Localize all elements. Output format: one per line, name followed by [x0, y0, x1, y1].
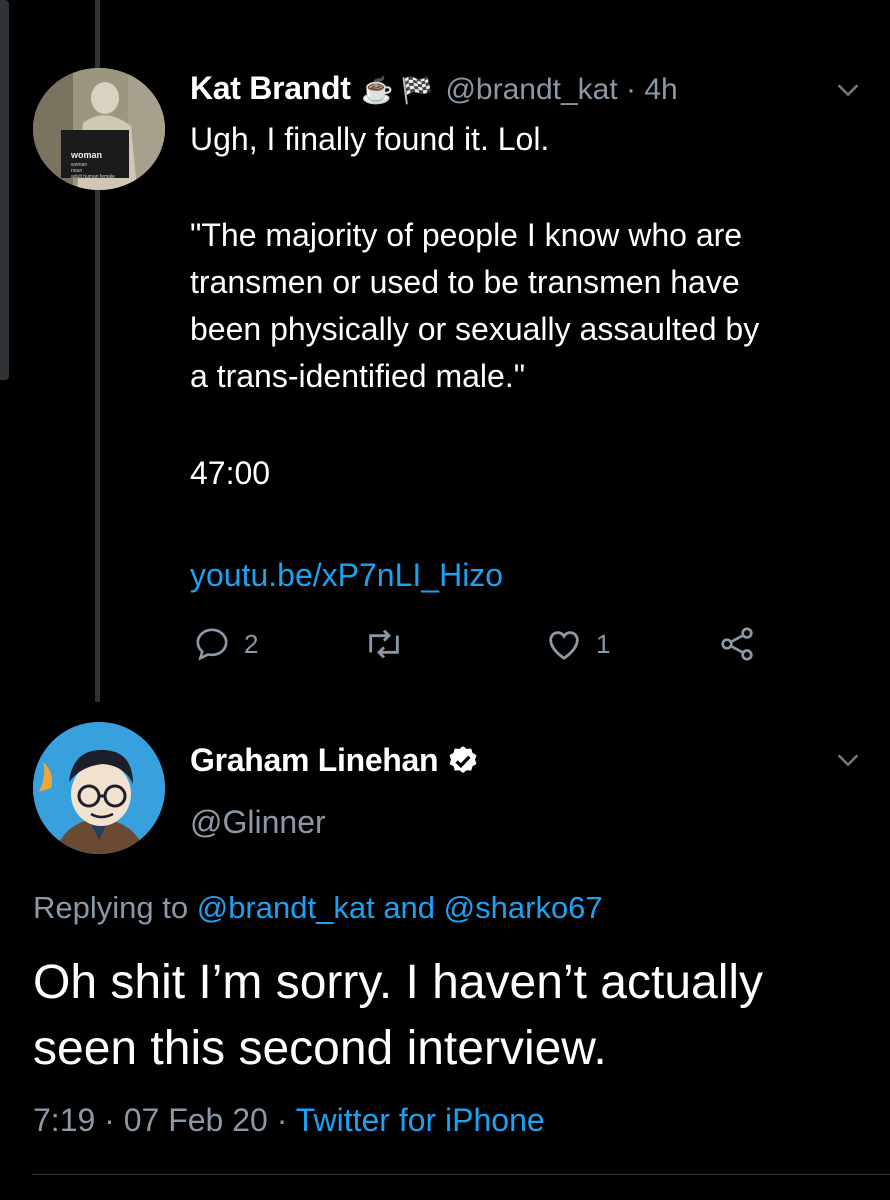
tweet1-display-name[interactable]: Kat Brandt	[190, 70, 351, 106]
retweet-icon	[369, 629, 399, 659]
replying-to-line: Replying to @brandt_kat and @sharko67	[33, 890, 603, 926]
tweet2-text-line: Oh shit I’m sorry. I haven’t actually	[33, 956, 764, 1009]
avatar-caption-definition: adult human female	[71, 174, 115, 180]
chevron-down-icon	[837, 754, 859, 767]
tweet2-display-name[interactable]: Graham Linehan	[190, 742, 439, 779]
quote-line: transmen or used to be transmen have	[190, 264, 740, 300]
reply-count: 2	[244, 628, 259, 659]
share-icon	[721, 627, 753, 661]
like-button[interactable]: 1	[544, 624, 610, 664]
replying-to-and: and	[383, 890, 436, 925]
tweet2-header: Graham Linehan	[190, 742, 480, 779]
tweet1-quote: "The majority of people I know who are t…	[190, 212, 759, 400]
replying-to-user-brandt-kat[interactable]: @brandt_kat	[197, 890, 375, 925]
kat-brandt-avatar[interactable]: woman woman noun adult human female	[33, 68, 165, 190]
heart-icon	[549, 631, 579, 660]
chevron-down-icon	[837, 84, 859, 97]
quote-line: a trans-identified male."	[190, 358, 526, 394]
cartoon-portrait-icon	[33, 722, 165, 854]
reply-button[interactable]: 2	[192, 624, 258, 664]
tweet1-menu-chevron[interactable]	[834, 76, 862, 109]
tweet2-source-link[interactable]: Twitter for iPhone	[296, 1102, 545, 1138]
meta-separator: ·	[276, 1102, 288, 1138]
avatar-caption-title: woman	[71, 150, 103, 160]
retweet-button[interactable]	[362, 624, 418, 664]
tweet1-handle-time[interactable]: @brandt_kat · 4h	[445, 73, 677, 106]
tweet1-header: Kat Brandt ☕ 🏁 @brandt_kat · 4h	[190, 70, 678, 107]
reply-icon	[196, 628, 228, 661]
replying-to-user-sharko67[interactable]: @sharko67	[444, 890, 603, 925]
tweet2-menu-chevron[interactable]	[834, 746, 862, 779]
meta-separator: ·	[104, 1102, 115, 1138]
scrollbar[interactable]	[0, 0, 9, 380]
divider	[32, 1174, 890, 1175]
tweet2-handle[interactable]: @Glinner	[190, 804, 326, 841]
tweet2-text-line: seen this second interview.	[33, 1022, 607, 1075]
quote-line: "The majority of people I know who are	[190, 217, 743, 253]
tweet2-meta: 7:19 · 07 Feb 20 · Twitter for iPhone	[33, 1102, 545, 1139]
replying-to-prefix: Replying to	[33, 890, 189, 925]
tweet1-name-emoji: ☕ 🏁	[361, 75, 434, 105]
quote-line: been physically or sexually assaulted by	[190, 311, 760, 347]
statue-photo-icon	[33, 68, 165, 190]
tweet2-date: 07 Feb 20	[123, 1102, 268, 1138]
tweet1-timestamp-reference: 47:00	[190, 455, 271, 491]
like-count: 1	[596, 628, 611, 659]
tweet1-text-line1: Ugh, I finally found it. Lol.	[190, 121, 550, 157]
share-button[interactable]	[716, 624, 770, 664]
graham-linehan-avatar[interactable]	[33, 722, 165, 854]
tweet2-text: Oh shit I’m sorry. I haven’t actually se…	[33, 950, 763, 1082]
verified-badge-icon	[449, 745, 477, 773]
tweet2-time: 7:19	[33, 1102, 96, 1138]
tweet1-youtube-link[interactable]: youtu.be/xP7nLI_Hizo	[190, 552, 503, 599]
